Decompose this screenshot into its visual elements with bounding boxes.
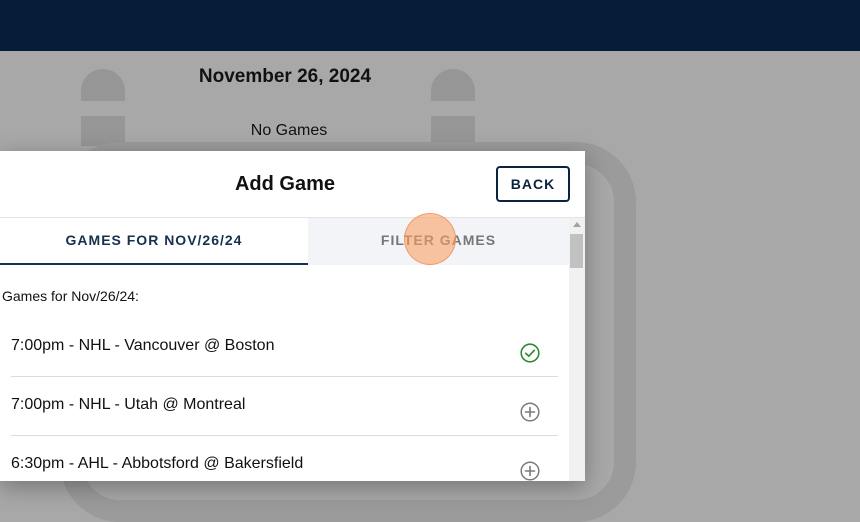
tab-bar: GAMES FOR NOV/26/24 FILTER GAMES: [0, 218, 569, 265]
modal-header: Add Game BACK: [0, 151, 585, 218]
games-section-label: Games for Nov/26/24:: [2, 288, 139, 304]
add-circle-icon[interactable]: [520, 461, 540, 481]
background-date: November 26, 2024: [198, 66, 372, 87]
add-game-modal: Add Game BACK GAMES FOR NOV/26/24 FILTER…: [0, 151, 585, 481]
modal-title: Add Game: [234, 173, 336, 195]
top-app-bar: [0, 0, 860, 51]
game-label: 7:00pm - NHL - Utah @ Montreal: [11, 396, 246, 413]
scroll-up-arrow-icon[interactable]: [573, 222, 581, 227]
tab-games-for-date[interactable]: GAMES FOR NOV/26/24: [0, 218, 308, 265]
game-list-item[interactable]: 7:00pm - NHL - Vancouver @ Boston: [11, 317, 558, 377]
game-list-item[interactable]: 6:30pm - AHL - Abbotsford @ Bakersfield: [11, 435, 558, 481]
game-list-item[interactable]: 7:00pm - NHL - Utah @ Montreal: [11, 376, 558, 436]
scrollbar-thumb[interactable]: [570, 234, 583, 268]
click-indicator: [404, 213, 456, 265]
background-no-games: No Games: [250, 122, 328, 139]
game-label: 7:00pm - NHL - Vancouver @ Boston: [11, 337, 275, 354]
back-button[interactable]: BACK: [496, 166, 570, 202]
check-circle-icon[interactable]: [520, 343, 540, 363]
game-label: 6:30pm - AHL - Abbotsford @ Bakersfield: [11, 455, 304, 472]
add-circle-icon[interactable]: [520, 402, 540, 422]
scrollbar[interactable]: [569, 218, 585, 481]
